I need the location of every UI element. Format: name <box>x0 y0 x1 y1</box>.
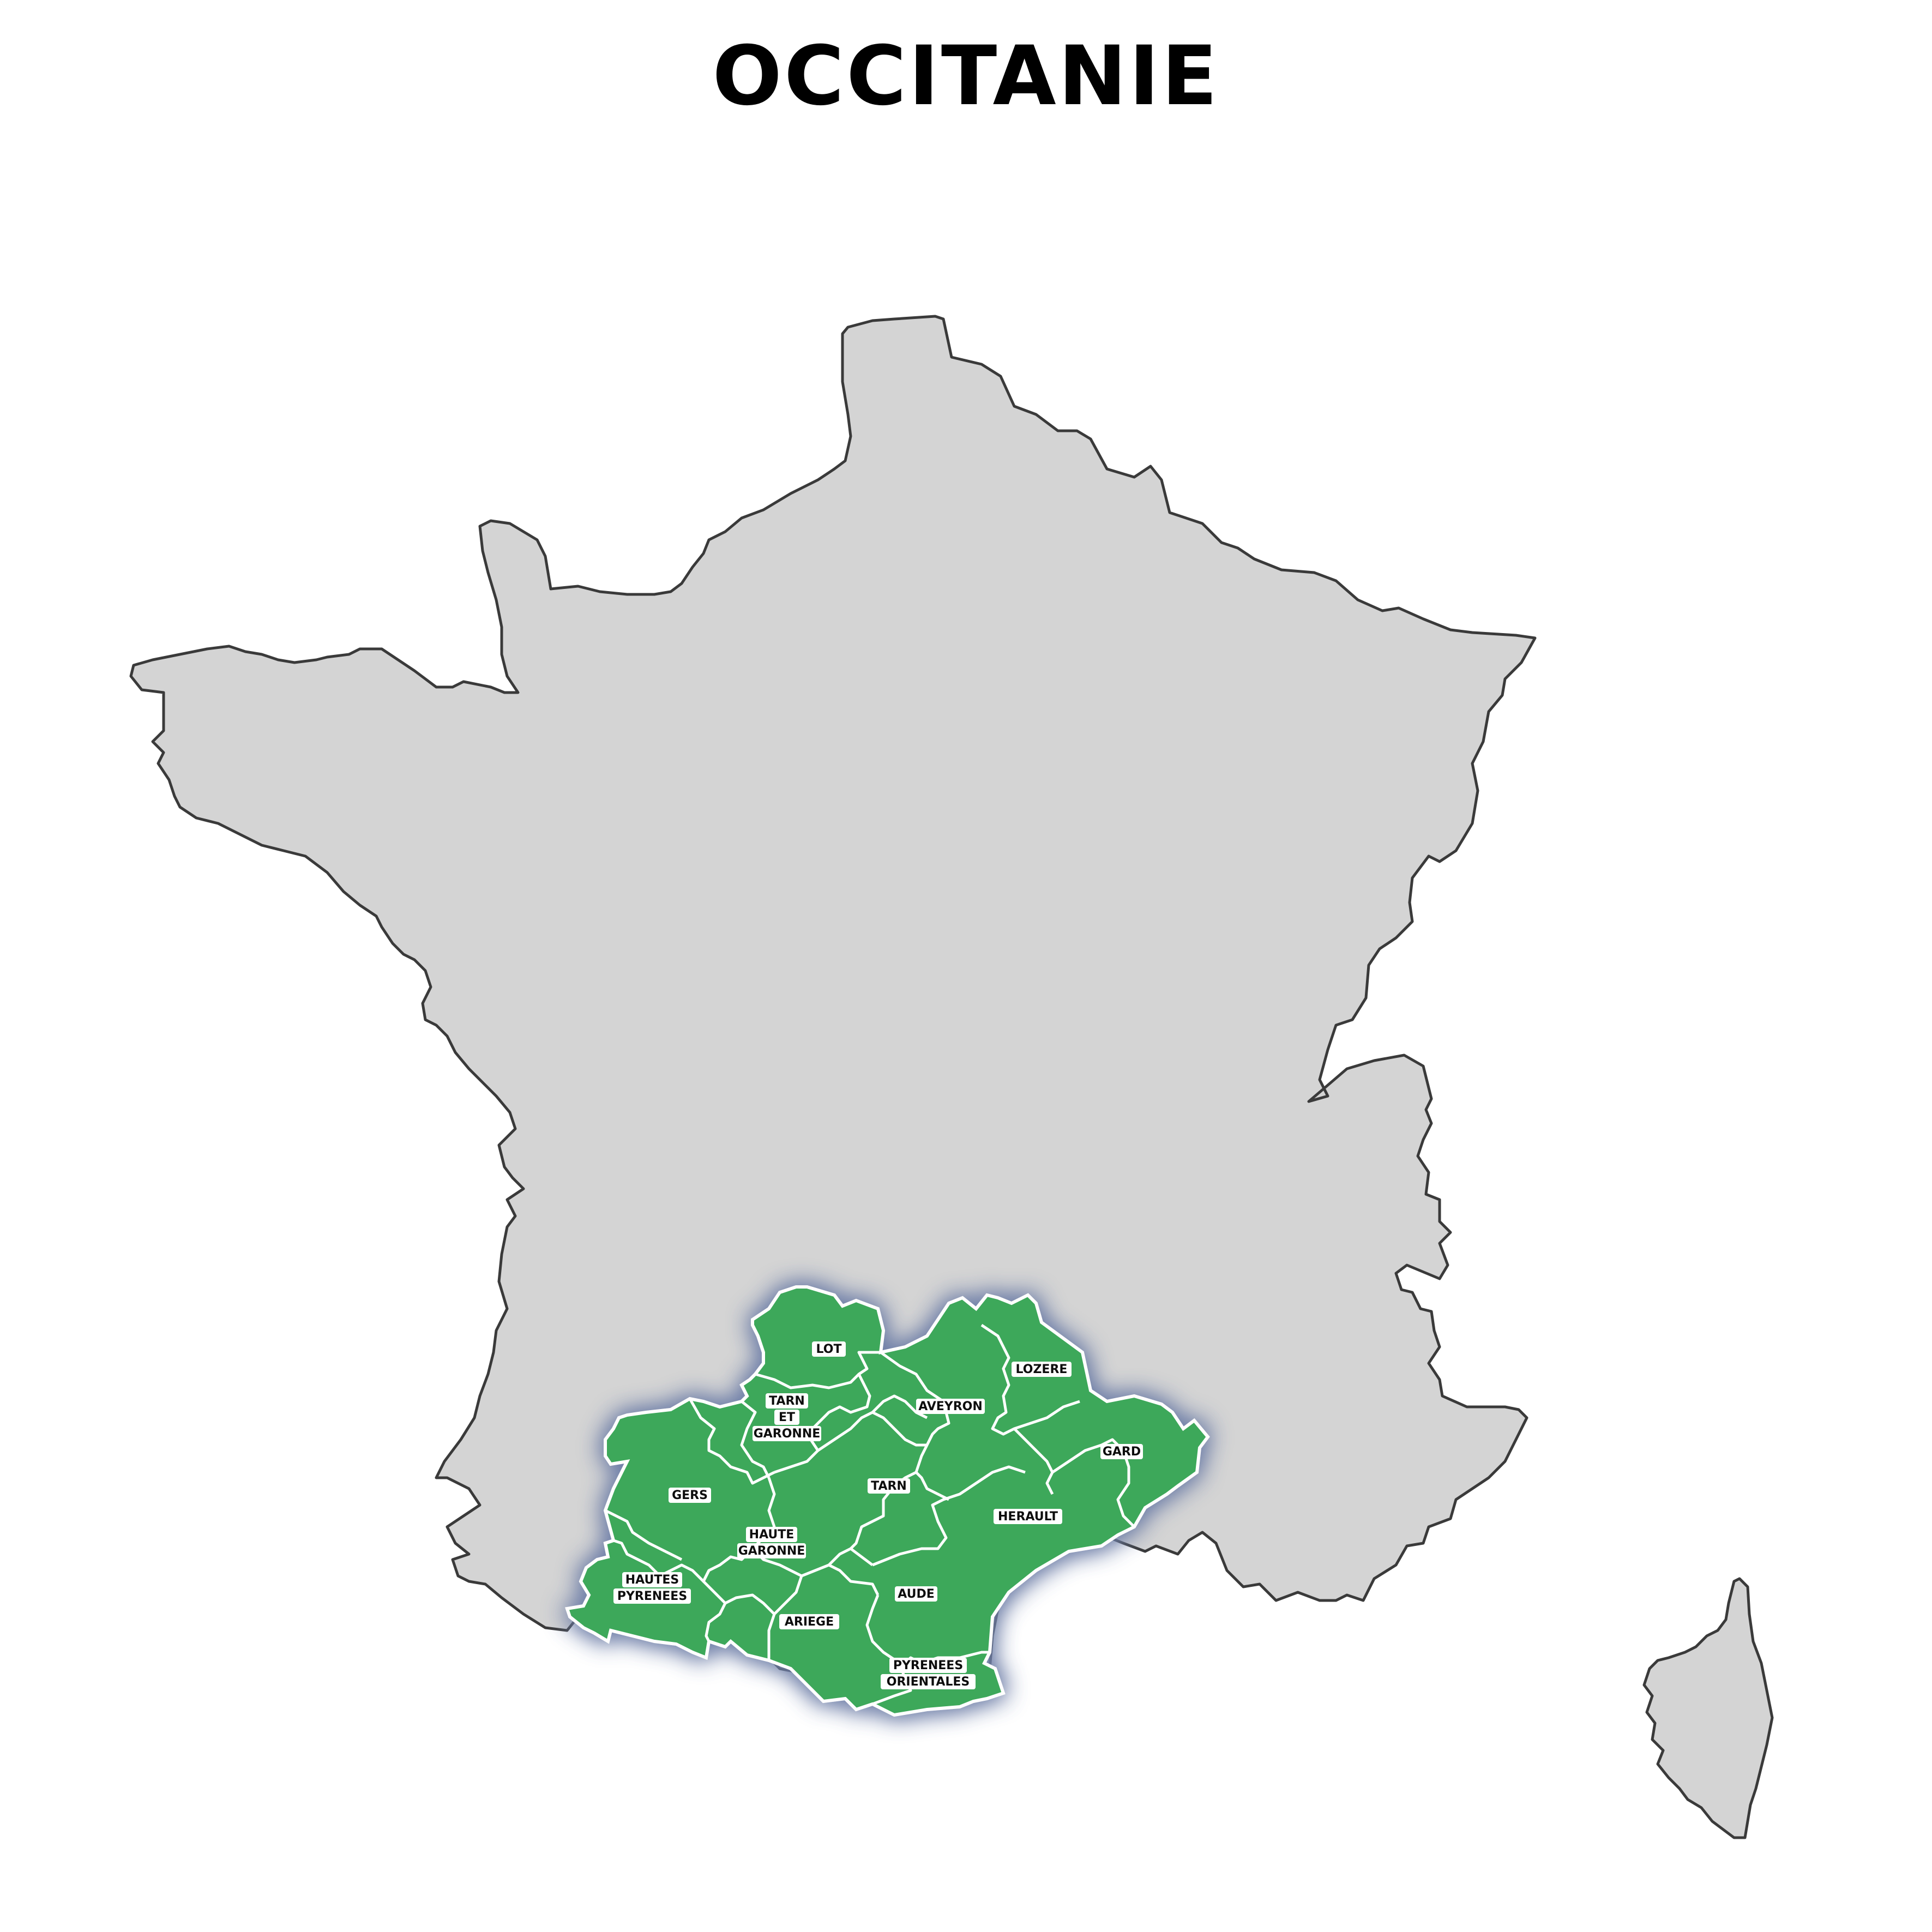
department-name: TARN <box>769 1394 805 1408</box>
department-label-gard: GARD <box>1100 1444 1143 1459</box>
department-name: GARD <box>1103 1445 1141 1459</box>
department-label-lot: LOT <box>812 1341 846 1357</box>
department-name: HAUTES <box>625 1573 679 1587</box>
department-label-herault: HERAULT <box>994 1509 1062 1524</box>
department-name: ET <box>779 1411 795 1424</box>
department-label-gers: GERS <box>669 1488 711 1503</box>
department-label-aude: AUDE <box>895 1586 937 1602</box>
department-name: GARONNE <box>738 1544 805 1558</box>
department-name: ORIENTALES <box>887 1675 970 1689</box>
department-label-lozere: LOZERE <box>1012 1362 1072 1377</box>
department-label-aveyron: AVEYRON <box>916 1399 985 1414</box>
department-name: GERS <box>672 1489 708 1502</box>
department-name: ARIEGE <box>785 1615 834 1629</box>
department-label-tarn: TARN <box>868 1478 910 1494</box>
department-name: LOZERE <box>1016 1363 1068 1376</box>
department-name: AUDE <box>898 1587 935 1601</box>
department-name: PYRENEES <box>617 1590 687 1603</box>
department-name: PYRENEES <box>893 1659 963 1672</box>
department-name: LOT <box>816 1343 842 1356</box>
department-name: TARN <box>871 1479 907 1493</box>
department-name: HAUTE <box>749 1528 795 1542</box>
department-label-ariege: ARIEGE <box>779 1614 839 1629</box>
department-name: HERAULT <box>998 1510 1058 1524</box>
corsica-island-shape <box>1642 1577 1774 1839</box>
department-name: GARONNE <box>754 1427 821 1441</box>
department-name: AVEYRON <box>918 1400 983 1413</box>
france-map: LOT LOZERE AVEYRON TARN ET GARONNE GARD GERS TAR… <box>129 315 1774 1839</box>
